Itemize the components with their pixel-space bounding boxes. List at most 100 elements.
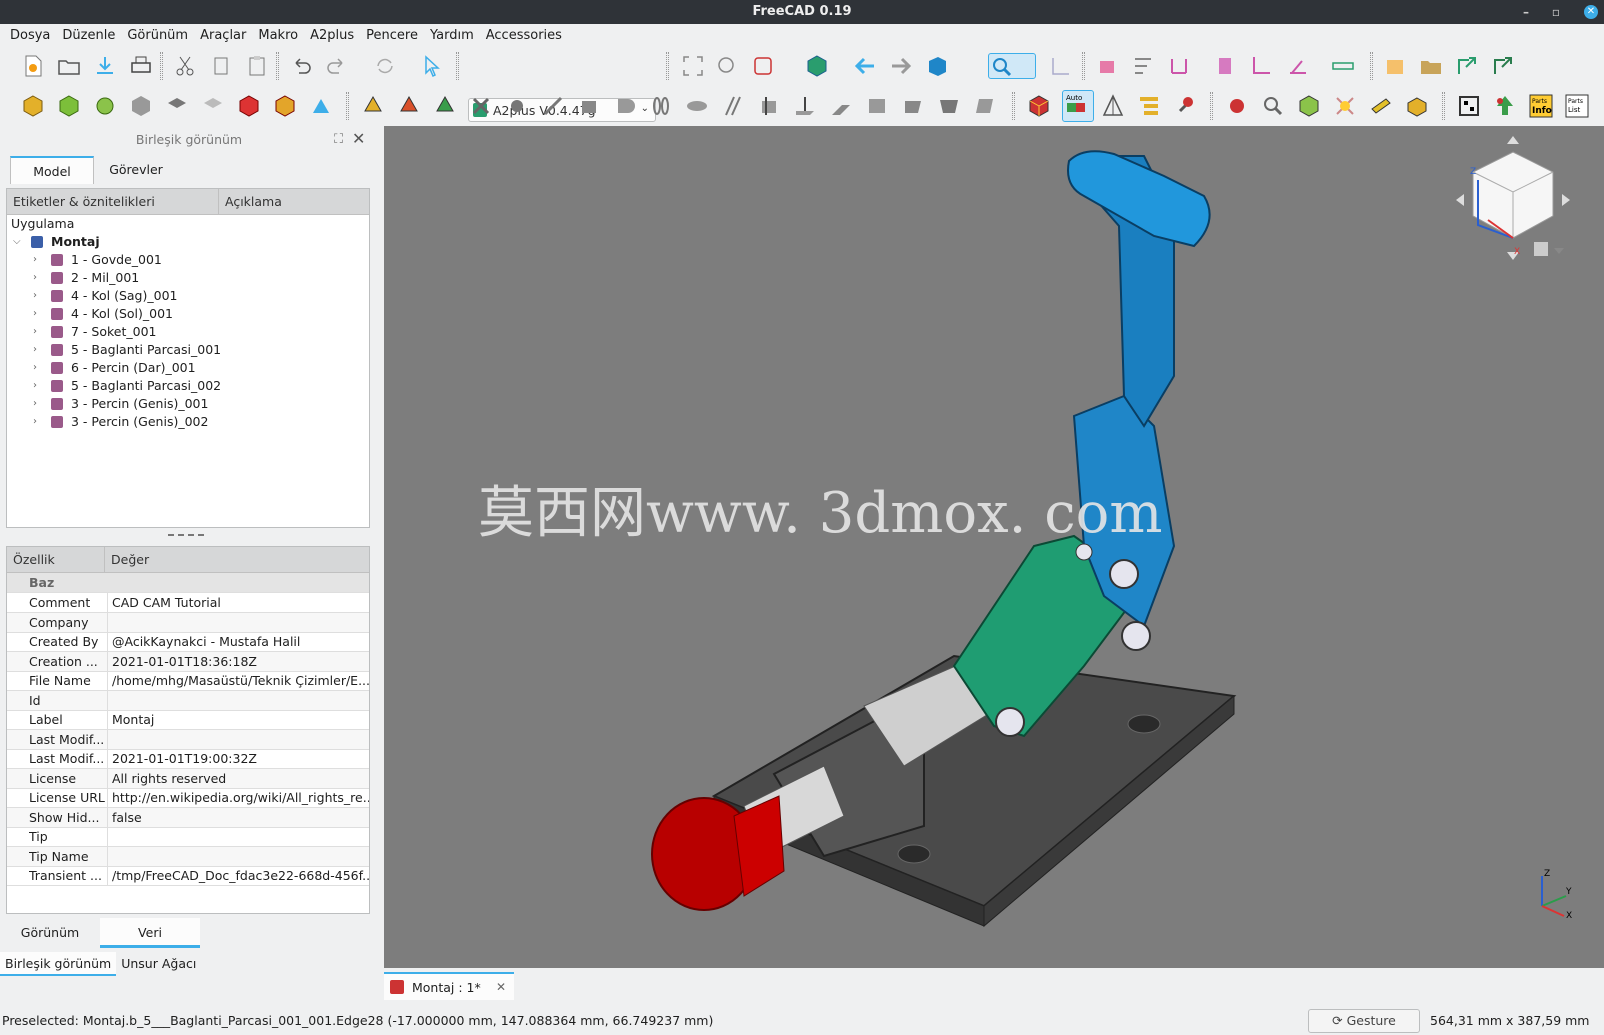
maximize-button[interactable]: ▫: [1544, 0, 1568, 24]
ruler-icon[interactable]: [1330, 53, 1356, 79]
update-icon[interactable]: [1490, 53, 1516, 79]
constraint-point-icon[interactable]: [1094, 53, 1120, 79]
navigation-cube-icon[interactable]: Z X: [1448, 130, 1578, 270]
property-value[interactable]: All rights reserved: [107, 768, 369, 789]
property-value[interactable]: http://en.wikipedia.org/wiki/All_rights_…: [107, 788, 369, 808]
auto-solve-icon[interactable]: Auto: [1062, 90, 1094, 122]
property-value[interactable]: @AcikKaynakci - Mustafa Halil: [107, 632, 369, 652]
tab-view-props[interactable]: Görünüm: [0, 918, 100, 948]
zoom-icon[interactable]: [988, 53, 1036, 79]
menu-accessories[interactable]: Accessories: [480, 28, 568, 43]
constraint-edit-icon[interactable]: [396, 93, 422, 119]
back-arrow-icon[interactable]: [852, 53, 878, 79]
std-views-icon[interactable]: [924, 53, 950, 79]
tree-item[interactable]: › 4 - Kol (Sag)_001: [7, 287, 369, 305]
export-icon[interactable]: [1454, 53, 1480, 79]
new-document-icon[interactable]: [20, 53, 46, 79]
isolate-icon[interactable]: [1296, 93, 1322, 119]
cube-explode-icon[interactable]: [1026, 93, 1052, 119]
navigation-style-button[interactable]: ⟳ Gesture: [1308, 1009, 1420, 1033]
property-row[interactable]: Creation ... 2021-01-01T18:36:18Z: [7, 651, 369, 672]
close-panel-icon[interactable]: ✕: [352, 129, 365, 148]
axis-plane-parallel-icon[interactable]: [756, 93, 782, 119]
draw-style-icon[interactable]: [750, 53, 776, 79]
constraint-viewer-icon[interactable]: [432, 93, 458, 119]
constraint-perp-icon[interactable]: [1284, 53, 1310, 79]
whats-this-icon[interactable]: [420, 53, 446, 79]
bill-icon[interactable]: [308, 93, 334, 119]
property-value[interactable]: false: [107, 807, 369, 828]
property-header-value[interactable]: Değer: [105, 547, 369, 572]
measure-angle-icon[interactable]: [1048, 53, 1074, 79]
property-value[interactable]: Montaj: [107, 710, 369, 730]
tree-icon[interactable]: [1492, 93, 1518, 119]
constraint-sphere-icon[interactable]: [1212, 53, 1238, 79]
property-value[interactable]: /tmp/FreeCAD_Doc_fdac3e22-668d-456f...: [107, 866, 369, 886]
redo-icon[interactable]: [324, 53, 350, 79]
chevron-right-icon[interactable]: ›: [33, 251, 37, 269]
property-value[interactable]: [107, 827, 369, 847]
property-row[interactable]: Comment CAD CAM Tutorial: [7, 593, 369, 613]
property-value[interactable]: [107, 612, 369, 633]
tree-header-description[interactable]: Açıklama: [219, 189, 369, 214]
property-value[interactable]: CAD CAM Tutorial: [107, 593, 369, 613]
property-row[interactable]: Transient ... /tmp/FreeCAD_Doc_fdac3e22-6…: [7, 866, 369, 886]
add-shape-icon[interactable]: [56, 93, 82, 119]
tab-data-props[interactable]: Veri: [100, 918, 200, 948]
tab-combo-view[interactable]: Birleşik görünüm: [0, 952, 117, 976]
property-row[interactable]: Created By @AcikKaynakci - Mustafa Halil: [7, 632, 369, 652]
property-row[interactable]: License All rights reserved: [7, 768, 369, 789]
close-tab-icon[interactable]: ✕: [496, 980, 506, 994]
menu-dosya[interactable]: Dosya: [4, 28, 56, 43]
property-value[interactable]: 2021-01-01T19:00:32Z: [107, 749, 369, 769]
menu-duzenle[interactable]: Düzenle: [56, 28, 121, 43]
show-connected-icon[interactable]: [1172, 93, 1198, 119]
move-part-icon[interactable]: [128, 93, 154, 119]
fit-all-icon[interactable]: [680, 53, 706, 79]
constraint-dialog-icon[interactable]: [360, 93, 386, 119]
tree-item[interactable]: › 5 - Baglanti Parcasi_001: [7, 341, 369, 359]
refresh-icon[interactable]: [372, 53, 398, 79]
tree-item[interactable]: › 7 - Soket_001: [7, 323, 369, 341]
chevron-right-icon[interactable]: ›: [33, 287, 37, 305]
tree-item[interactable]: › 3 - Percin (Genis)_001: [7, 395, 369, 413]
copy-icon[interactable]: [208, 53, 234, 79]
property-row[interactable]: Tip: [7, 827, 369, 847]
tree-item[interactable]: › 4 - Kol (Sol)_001: [7, 305, 369, 323]
edit-icon[interactable]: [236, 93, 262, 119]
menu-gorunum[interactable]: Görünüm: [121, 28, 194, 43]
search-icon[interactable]: [1260, 93, 1286, 119]
add-part-icon[interactable]: [20, 93, 46, 119]
chevron-right-icon[interactable]: ›: [33, 341, 37, 359]
tree-item[interactable]: › 2 - Mil_001: [7, 269, 369, 287]
folder-icon[interactable]: [1418, 53, 1444, 79]
tab-feature-tree[interactable]: Unsur Ağacı: [116, 952, 201, 976]
open-folder-icon[interactable]: [56, 53, 82, 79]
property-row[interactable]: License URL http://en.wikipedia.org/wiki/…: [7, 788, 369, 808]
tab-model[interactable]: Model: [10, 156, 94, 184]
flip-direction-icon[interactable]: [1100, 93, 1126, 119]
property-row[interactable]: File Name/home/mhg/Masaüstü/Teknik Çizim…: [7, 671, 369, 691]
minimize-button[interactable]: –: [1514, 0, 1538, 24]
property-value[interactable]: [107, 690, 369, 711]
panel-splitter[interactable]: [168, 534, 204, 540]
point-on-line-icon[interactable]: [540, 93, 566, 119]
menu-makro[interactable]: Makro: [252, 28, 304, 43]
plane-coincident-icon[interactable]: [972, 93, 998, 119]
isometric-view-icon[interactable]: [804, 53, 830, 79]
menu-yardim[interactable]: Yardım: [424, 28, 480, 43]
tree-document[interactable]: ⌵ Montaj: [7, 233, 369, 251]
constraint-angle-icon[interactable]: [1248, 53, 1274, 79]
tree-item[interactable]: › 6 - Percin (Dar)_001: [7, 359, 369, 377]
label-icon[interactable]: [1368, 93, 1394, 119]
property-row[interactable]: Id: [7, 690, 369, 711]
angled-planes-icon[interactable]: [900, 93, 926, 119]
menu-pencere[interactable]: Pencere: [360, 28, 424, 43]
property-group-baz[interactable]: Baz: [7, 573, 369, 593]
property-value[interactable]: 2021-01-01T18:36:18Z: [107, 651, 369, 672]
property-value[interactable]: /home/mhg/Masaüstü/Teknik Çizimler/E...: [107, 671, 369, 691]
chevron-right-icon[interactable]: ›: [33, 269, 37, 287]
chevron-right-icon[interactable]: ›: [33, 395, 37, 413]
cut-icon[interactable]: [172, 53, 198, 79]
property-row[interactable]: Label Montaj: [7, 710, 369, 730]
